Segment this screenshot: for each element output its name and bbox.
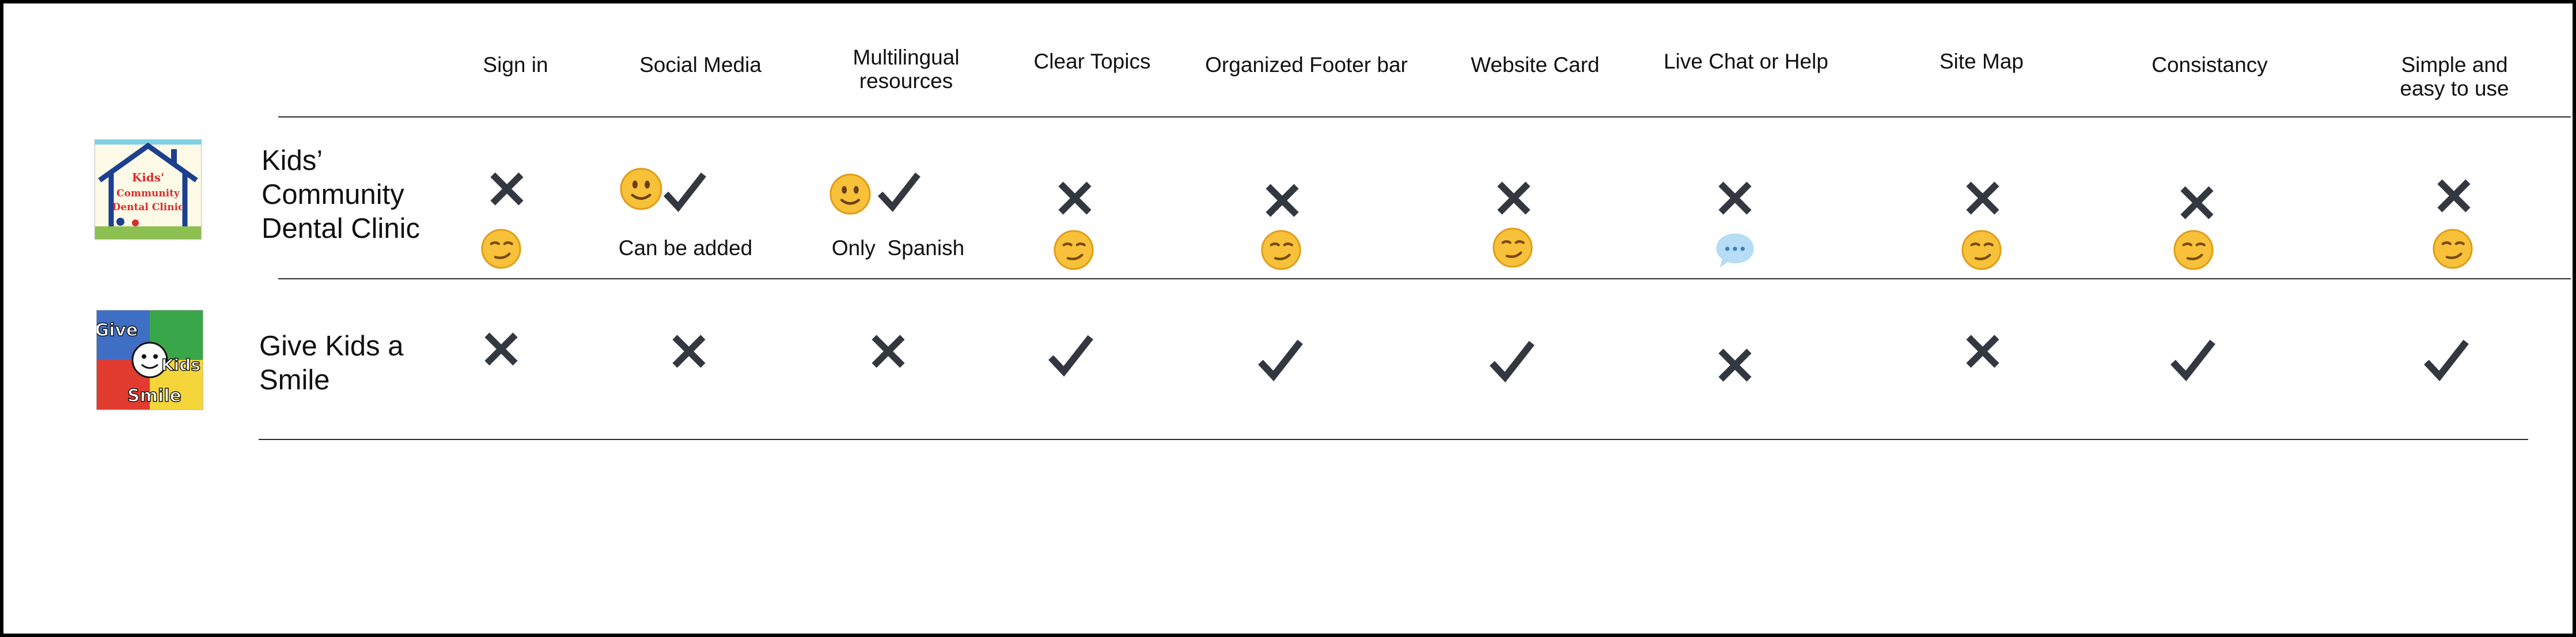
check-icon [1257,336,1303,382]
col-header-website-card: Website Card [1471,53,1600,77]
cross-icon [1715,346,1755,385]
cross-icon [482,329,521,369]
cross-icon [1263,181,1302,220]
cross-icon [669,332,709,371]
check-icon [1047,332,1093,378]
col-header-sign-in: Sign in [483,53,548,77]
svg-text:Community: Community [116,188,180,199]
svg-text:Give: Give [97,320,138,340]
note-only-spanish: Only Spanish [831,236,965,260]
row-name-give-kids-a-smile: Give Kids a Smile [259,331,404,396]
col-header-simple: Simple and easy to use [2400,53,2509,101]
col-header-clear-topics: Clear Topics [1033,50,1151,73]
col-header-consistancy: Consistancy [2151,53,2268,77]
col-header-multilingual: Multilingual resources [853,46,960,93]
smirking-face-icon [2431,228,2475,270]
svg-text:Dental Clinic: Dental Clinic [112,202,184,213]
speech-balloon-icon [1712,229,1758,272]
give-kids-a-smile-logo: Give Kids Smile [96,310,203,410]
cross-icon [2177,183,2217,222]
kids-community-dental-clinic-logo: Kids' Community Dental Clinic [94,139,202,240]
check-icon [2423,336,2469,382]
row-name-kids-community-dental-clinic: Kids’ Community Dental Clinic [262,145,421,244]
cross-icon [1963,179,2002,218]
cross-icon [869,332,908,371]
smirking-face-icon [2172,229,2215,271]
smirking-face-icon [479,228,523,270]
col-header-social-media: Social Media [639,53,762,77]
cartoon-logo-icon: Give Kids Smile [97,310,203,410]
cross-icon [1963,332,2002,371]
cross-icon [1715,179,1755,218]
check-icon [1488,338,1535,384]
row-1-rule [278,278,2571,279]
check-icon [661,169,707,213]
row-2-rule [259,439,2528,440]
col-header-live-chat: Live Chat or Help [1664,50,1828,73]
check-icon [876,169,922,213]
smirking-face-icon [1259,229,1303,271]
check-icon [2169,336,2215,382]
col-header-footer-bar: Organized Footer bar [1205,53,1408,77]
house-logo-icon: Kids' Community Dental Clinic [95,140,201,239]
smirking-face-icon [1052,229,1096,271]
comparison-diagram: Sign in Social Media Multilingual resour… [0,0,2576,637]
cross-icon [1494,179,1533,218]
smiling-face-icon [619,167,664,211]
smirking-face-icon [1491,227,1535,268]
smiling-face-icon [828,173,872,215]
svg-text:Kids': Kids' [132,170,164,184]
svg-text:Smile: Smile [127,386,181,406]
note-can-be-added: Can be added [618,236,753,260]
col-header-site-map: Site Map [1939,50,2024,73]
cross-icon [2434,176,2473,215]
header-rule [278,116,2571,117]
smirking-face-icon [1960,229,2003,271]
cross-icon [1055,179,1094,218]
cross-icon [487,169,526,208]
svg-text:Kids: Kids [161,355,200,374]
